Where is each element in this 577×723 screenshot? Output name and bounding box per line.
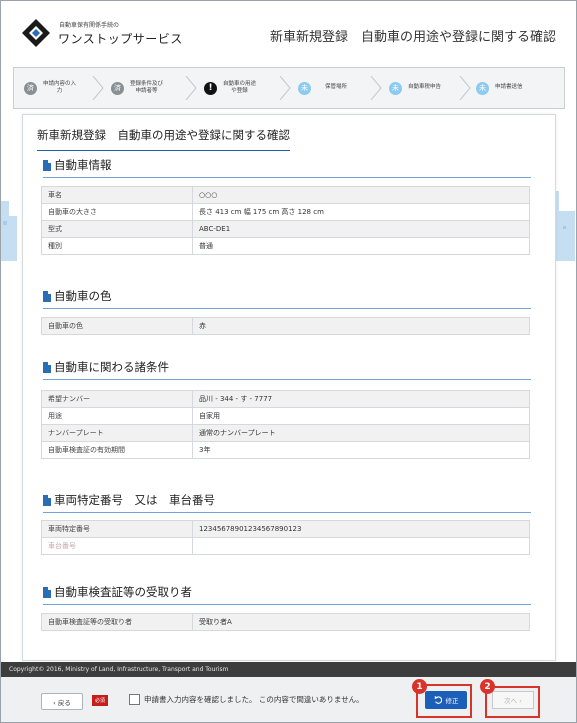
table-row: 型式 ABC-DE1	[41, 220, 530, 238]
table-row: 車名 ○○○	[41, 186, 530, 204]
chevron-right-icon	[185, 76, 197, 100]
callout-badge-2: 2	[480, 679, 495, 694]
fix-button-label: 修正	[445, 697, 459, 705]
table-row: 自動車の色赤	[41, 317, 530, 335]
step-2: 済 登録条件及び 申請者等	[111, 68, 163, 108]
step-todo-icon: 未	[476, 81, 489, 95]
page-heading: 新車新規登録 自動車の用途や登録に関する確認	[269, 30, 556, 45]
step-4: 未 保管場所	[298, 68, 347, 108]
field-value: 受取り者A	[192, 613, 530, 631]
section-title: 車両特定番号 又は 車台番号	[54, 493, 215, 507]
table-row: 自動車の大きさ 長さ 413 cm 幅 175 cm 高さ 128 cm	[41, 203, 530, 221]
section-title: 自動車検査証等の受取り者	[54, 585, 192, 599]
section-heading-vehicle-id: 車両特定番号 又は 車台番号	[43, 492, 531, 513]
field-value: 品川 - 344 - す - 7777	[192, 390, 530, 408]
step-label: 自動車の用途 や登録	[223, 80, 257, 94]
app-window: 自動車保有関係手続の ワンストップサービス 新車新規登録 自動車の用途や登録に関…	[0, 0, 577, 723]
required-badge: 必須	[92, 695, 109, 706]
step-done-icon: 済	[24, 81, 37, 95]
field-value	[192, 537, 530, 555]
step-done-icon: 済	[111, 81, 124, 95]
logo-icon	[22, 19, 50, 47]
field-value: 自家用	[192, 407, 530, 425]
confirm-checkbox[interactable]	[129, 694, 140, 705]
vehicle-id-table: 車両特定番号 12345678901234567890123 車台番号	[41, 520, 530, 555]
field-label: 車台番号	[41, 537, 193, 555]
step-label: 登録条件及び 申請者等	[130, 80, 164, 94]
step-3: ! 自動車の用途 や登録	[204, 68, 256, 108]
step-label: 申請内容の入 力	[43, 80, 77, 94]
field-label: 自動車検査証の有効期間	[41, 441, 193, 459]
section-title: 自動車の色	[54, 289, 112, 303]
fix-button[interactable]: 修正	[425, 691, 467, 709]
field-label: 種別	[41, 237, 193, 255]
undo-icon	[434, 696, 442, 704]
confirm-checkbox-label[interactable]: 申請書入力内容を確認しました。 この内容で間違いありません。	[144, 694, 364, 705]
field-label: 型式	[41, 220, 193, 238]
field-label: 自動車の大きさ	[41, 203, 193, 221]
logo-title: ワンストップサービス	[58, 32, 183, 46]
field-value: 12345678901234567890123	[192, 520, 530, 538]
step-5: 未 自動車税申告	[389, 68, 441, 108]
back-button[interactable]: ‹ 戻る	[41, 693, 83, 710]
table-row: ナンバープレート 通常のナンバープレート	[41, 424, 530, 442]
vehicle-info-table: 車名 ○○○ 自動車の大きさ 長さ 413 cm 幅 175 cm 高さ 128 c…	[41, 186, 530, 255]
step-todo-icon: 未	[389, 81, 402, 95]
field-value: ABC-DE1	[192, 220, 530, 238]
vehicle-color-table: 自動車の色赤	[41, 317, 530, 335]
field-value: 普通	[192, 237, 530, 255]
document-icon	[43, 290, 51, 302]
field-label: ナンバープレート	[41, 424, 193, 442]
chevron-right-icon	[459, 76, 471, 100]
table-row: 車台番号	[41, 537, 530, 555]
field-label: 車両特定番号	[41, 520, 193, 538]
field-label: 自動車検査証等の受取り者	[41, 613, 193, 631]
table-row: 希望ナンバー 品川 - 344 - す - 7777	[41, 390, 530, 408]
field-label: 希望ナンバー	[41, 390, 193, 408]
table-row: 自動車検査証の有効期間 3年	[41, 441, 530, 459]
section-heading-vehicle-conditions: 自動車に関わる諸条件	[43, 359, 531, 380]
table-row: 種別 普通	[41, 237, 530, 255]
document-icon	[43, 361, 51, 373]
chevron-right-icon	[370, 76, 382, 100]
document-icon	[43, 494, 51, 506]
recipient-table: 自動車検査証等の受取り者 受取り者A	[41, 613, 530, 631]
field-value: 長さ 413 cm 幅 175 cm 高さ 128 cm	[192, 203, 530, 221]
field-value: 3年	[192, 441, 530, 459]
copyright-bar: Copyright© 2016, Ministry of Land, Infra…	[1, 662, 576, 677]
next-button[interactable]: 次へ ›	[492, 691, 534, 709]
step-label: 自動車税申告	[408, 84, 442, 91]
vehicle-conditions-table: 希望ナンバー 品川 - 344 - す - 7777 用途 自家用 ナンバープレート…	[41, 390, 530, 459]
chevron-right-icon	[279, 76, 291, 100]
field-value: ○○○	[192, 186, 530, 204]
section-heading-vehicle-info: 自動車情報	[43, 157, 531, 178]
document-icon	[43, 159, 51, 171]
callout-badge-1: 1	[412, 679, 427, 694]
table-row: 自動車検査証等の受取り者 受取り者A	[41, 613, 530, 631]
site-header: 自動車保有関係手続の ワンストップサービス 新車新規登録 自動車の用途や登録に関…	[1, 1, 576, 63]
section-title: 自動車に関わる諸条件	[54, 360, 169, 374]
field-label: 車名	[41, 186, 193, 204]
field-value: 通常のナンバープレート	[192, 424, 530, 442]
step-todo-icon: 未	[298, 81, 311, 95]
step-1: 済 申請内容の入 力	[24, 68, 76, 108]
step-label: 申請書送信	[495, 84, 523, 91]
section-heading-recipient: 自動車検査証等の受取り者	[43, 584, 531, 605]
table-row: 用途 自家用	[41, 407, 530, 425]
chevron-right-icon	[92, 76, 104, 100]
section-title: 自動車情報	[54, 158, 112, 172]
progress-steps: 済 申請内容の入 力 済 登録条件及び 申請者等 ! 自動車の用途 や登録 未 …	[13, 67, 565, 109]
field-label: 自動車の色	[41, 317, 193, 335]
field-label: 用途	[41, 407, 193, 425]
field-value: 赤	[192, 317, 530, 335]
panel-title: 新車新規登録 自動車の用途や登録に関する確認	[37, 127, 290, 151]
logo-subtitle: 自動車保有関係手続の	[59, 22, 120, 29]
table-row: 車両特定番号 12345678901234567890123	[41, 520, 530, 538]
step-current-icon: !	[204, 81, 217, 95]
step-6: 未 申請書送信	[476, 68, 523, 108]
section-heading-vehicle-color: 自動車の色	[43, 288, 531, 309]
document-icon	[43, 586, 51, 598]
step-label: 保管場所	[325, 84, 348, 91]
